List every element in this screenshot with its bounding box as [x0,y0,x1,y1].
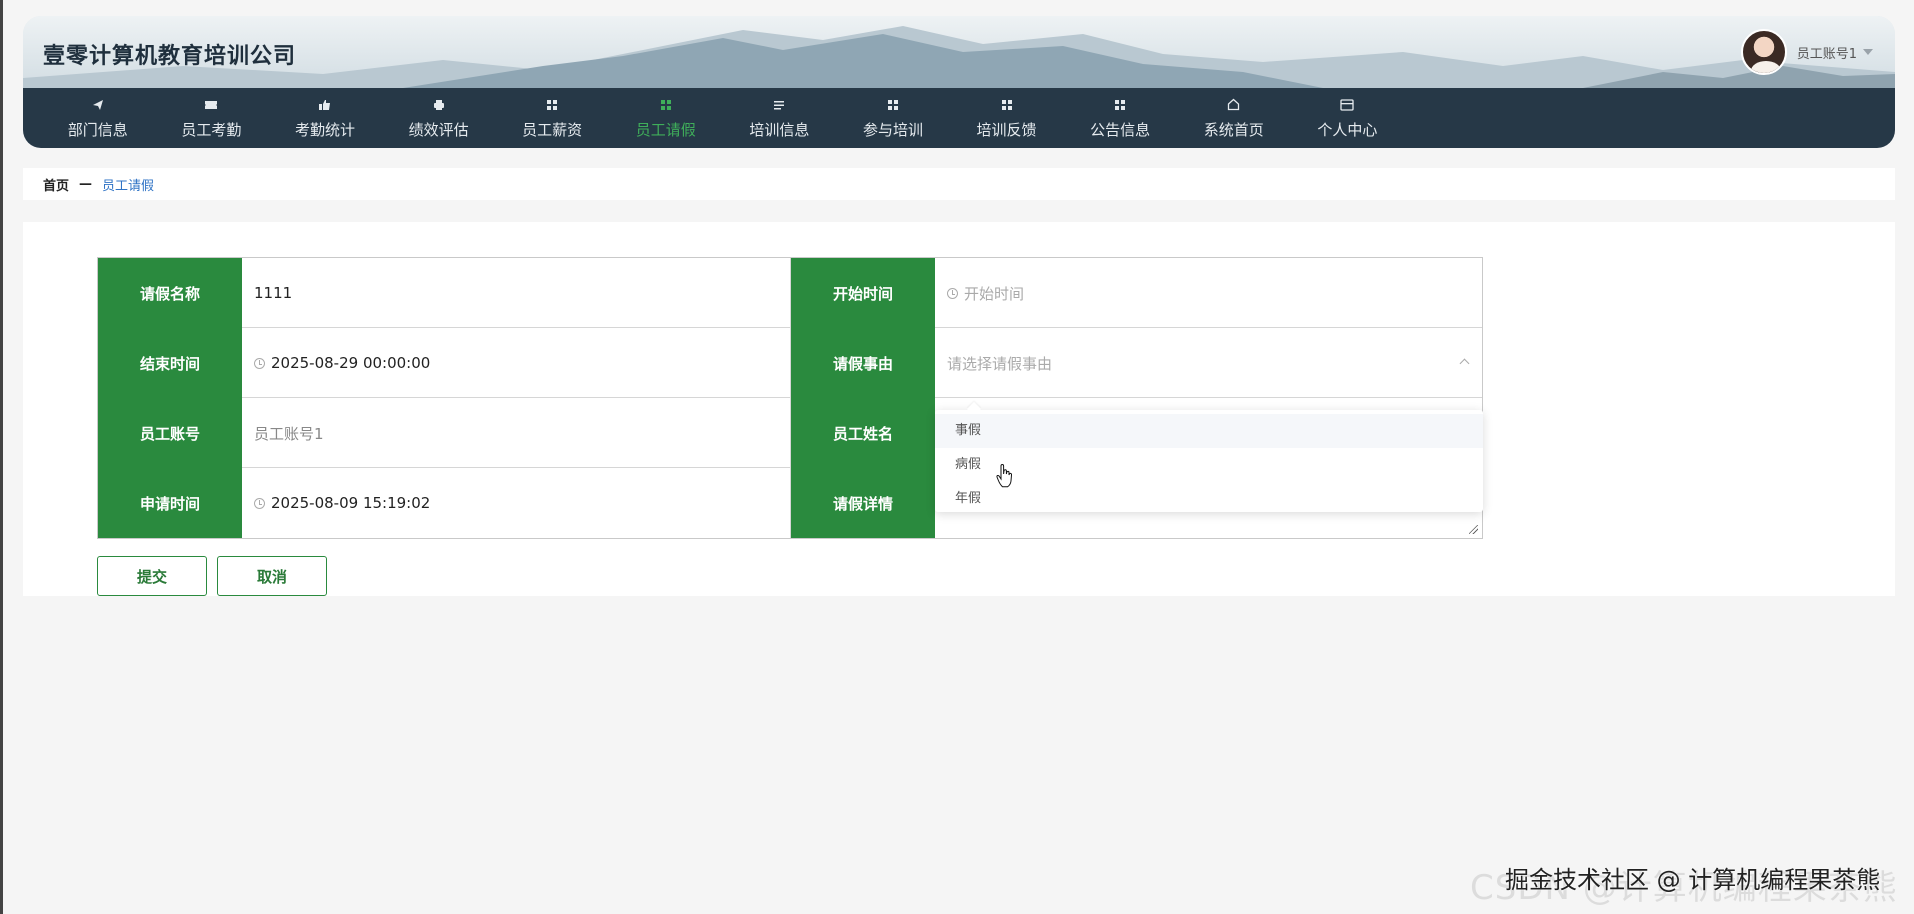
start-time-label: 开始时间 [791,258,935,328]
printer-icon [433,97,445,113]
cancel-button[interactable]: 取消 [217,556,327,596]
nav-item-label: 绩效评估 [408,120,469,139]
end-time-value: 2025-08-29 00:00:00 [271,354,431,372]
main-nav: 部门信息 员工考勤 考勤统计 绩效评估 员工薪资 员工请假 培训信息 参与培训 … [23,88,1895,148]
grid-icon [1114,97,1126,113]
nav-item-label: 员工薪资 [522,120,583,139]
nav-item-label: 员工考勤 [181,120,242,139]
apply-time-label: 申请时间 [98,468,242,538]
user-name[interactable]: 员工账号1 [1797,43,1857,62]
nav-item-label: 考勤统计 [294,120,355,139]
nav-item-leave[interactable]: 员工请假 [609,88,723,148]
dropdown-option-annual-leave[interactable]: 年假 [935,482,1483,516]
nav-item-attendance-stats[interactable]: 考勤统计 [268,88,382,148]
card-icon [1340,97,1354,113]
list-icon [773,97,785,113]
nav-item-label: 培训信息 [749,120,810,139]
start-time-placeholder: 开始时间 [964,284,1025,303]
nav-item-label: 培训反馈 [976,120,1037,139]
breadcrumb-home[interactable]: 首页 [43,175,69,194]
avatar[interactable] [1740,29,1787,75]
nav-item-label: 个人中心 [1317,120,1378,139]
nav-item-announcements[interactable]: 公告信息 [1063,88,1177,148]
leave-details-label: 请假详情 [791,468,935,538]
end-time-picker[interactable]: 2025-08-29 00:00:00 [242,328,791,398]
start-time-picker[interactable]: 开始时间 [935,258,1482,328]
end-time-label: 结束时间 [98,328,242,398]
site-title: 壹零计算机教育培训公司 [43,44,297,69]
nav-item-label: 系统首页 [1203,120,1264,139]
leave-reason-dropdown: 事假 病假 年假 [935,410,1483,512]
leave-reason-label: 请假事由 [791,328,935,398]
clock-icon [254,497,265,509]
employee-name-label: 员工姓名 [791,398,935,468]
nav-item-salary[interactable]: 员工薪资 [495,88,609,148]
dropdown-option-personal-leave[interactable]: 事假 [935,414,1483,448]
thumbs-up-icon [318,97,331,113]
leave-form-panel: 请假名称 1111 开始时间 开始时间 结束时间 2025-08-29 00:0… [23,222,1895,596]
employee-account-field: 员工账号1 [242,398,791,468]
form-row: 结束时间 2025-08-29 00:00:00 请假事由 请选择请假事由 [98,328,1482,398]
breadcrumb: 首页 — 员工请假 [23,168,1895,200]
nav-item-attendance[interactable]: 员工考勤 [155,88,269,148]
nav-item-label: 部门信息 [67,120,128,139]
leave-reason-placeholder: 请选择请假事由 [947,354,1053,373]
resize-handle-icon[interactable] [1469,525,1478,534]
nav-item-home[interactable]: 系统首页 [1177,88,1291,148]
home-icon [1227,97,1240,113]
chevron-down-icon[interactable] [1863,49,1873,55]
leave-name-input[interactable]: 1111 [242,258,791,328]
nav-item-dept-info[interactable]: 部门信息 [41,88,155,148]
breadcrumb-current: 员工请假 [102,178,155,194]
ticket-icon [204,97,218,113]
nav-item-join-training[interactable]: 参与培训 [836,88,950,148]
leave-name-value: 1111 [254,284,293,302]
nav-item-label: 公告信息 [1090,120,1151,139]
send-icon [92,97,104,113]
watermark: 掘金技术社区 @ 计算机编程果茶熊 [1505,866,1881,894]
nav-item-label: 员工请假 [635,120,696,139]
grid-icon [1001,97,1013,113]
employee-account-value: 员工账号1 [254,424,324,443]
grid-icon [887,97,899,113]
clock-icon [254,357,265,369]
dropdown-option-sick-leave[interactable]: 病假 [935,448,1483,482]
submit-button[interactable]: 提交 [97,556,207,596]
grid-icon [660,97,672,113]
employee-account-label: 员工账号 [98,398,242,468]
window-edge [0,0,3,914]
nav-item-profile[interactable]: 个人中心 [1291,88,1405,148]
nav-item-performance[interactable]: 绩效评估 [382,88,496,148]
nav-item-training-feedback[interactable]: 培训反馈 [950,88,1064,148]
leave-name-label: 请假名称 [98,258,242,328]
leave-reason-select[interactable]: 请选择请假事由 [935,328,1482,398]
hand-cursor-icon [996,463,1014,492]
mountain-banner: 壹零计算机教育培训公司 员工账号1 [23,16,1895,88]
form-row: 请假名称 1111 开始时间 开始时间 [98,258,1482,328]
grid-icon [546,97,558,113]
apply-time-picker[interactable]: 2025-08-09 15:19:02 [242,468,791,538]
apply-time-value: 2025-08-09 15:19:02 [271,494,431,512]
nav-item-training-info[interactable]: 培训信息 [723,88,837,148]
user-menu[interactable]: 员工账号1 [1740,26,1873,78]
nav-item-label: 参与培训 [862,120,923,139]
chevron-up-icon [1459,358,1470,369]
site-header: 壹零计算机教育培训公司 员工账号1 部门信息 员工考勤 考勤统计 绩效评估 员工… [23,16,1895,148]
breadcrumb-separator: — [79,176,93,192]
clock-icon [947,287,958,299]
